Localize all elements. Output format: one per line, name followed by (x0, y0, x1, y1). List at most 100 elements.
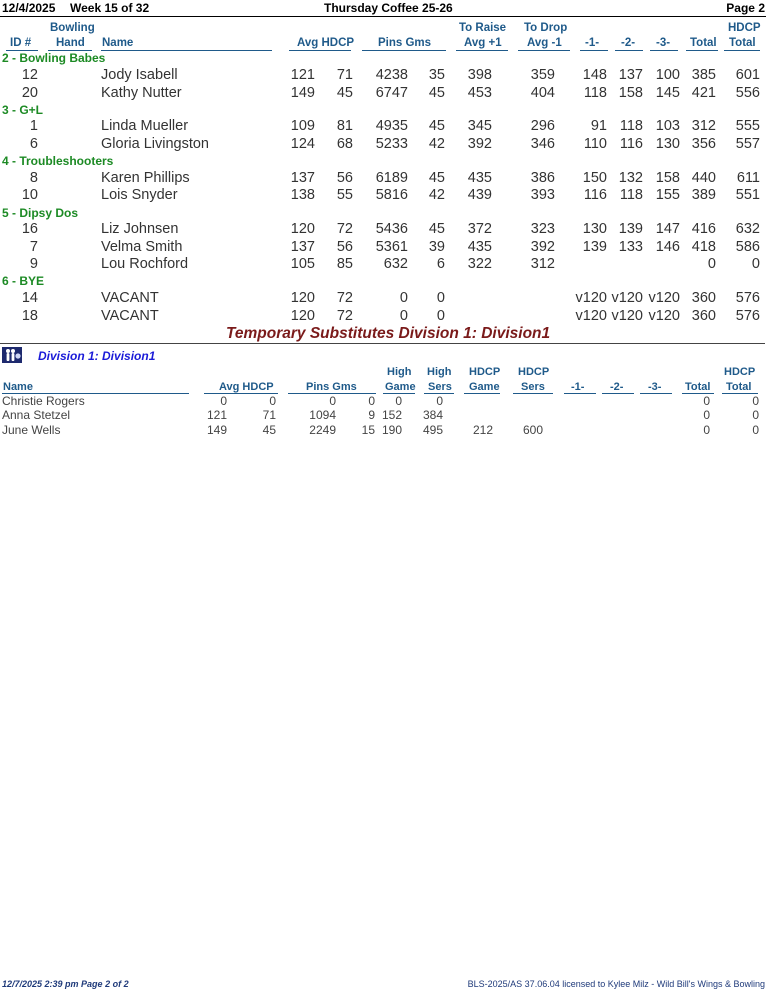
col-hdcp-total: Total (729, 37, 756, 49)
sub-col-game3: -3- (648, 381, 662, 393)
bowler-g3: 146 (655, 239, 680, 255)
bowler-hdcp-total: 557 (735, 136, 760, 152)
bowler-row: 20 Kathy Nutter 149 45 6747 45 453 404 118 158 145… (0, 85, 768, 103)
bowler-drop: 392 (530, 239, 555, 255)
sub-col-high-game: Game (385, 381, 416, 393)
bowler-avg: 109 (290, 118, 315, 134)
sub-col-hdcp-game-top: HDCP (469, 366, 501, 378)
sub-hs: 0 (436, 394, 443, 408)
bowler-drop: 386 (530, 170, 555, 186)
bowler-gms: 39 (428, 239, 445, 255)
bowler-id: 18 (21, 308, 38, 324)
sub-col-hdcp-total-top: HDCP (724, 366, 756, 378)
bowler-total: 389 (691, 187, 716, 203)
bowler-name: Gloria Livingston (101, 136, 209, 152)
bowler-name: Lois Snyder (101, 187, 178, 203)
sub-hg: 190 (381, 423, 402, 437)
bowler-drop: 323 (530, 221, 555, 237)
bowler-raise: 372 (467, 221, 492, 237)
bowler-name: Kathy Nutter (101, 85, 182, 101)
bowler-pins: 0 (399, 290, 408, 306)
sub-col-high-sers: Sers (428, 381, 452, 393)
sub-total: 0 (703, 408, 710, 422)
bowler-id: 7 (29, 239, 38, 255)
bowler-hdcp-total: 586 (735, 239, 760, 255)
substitute-row: June Wells 149 45 2249 15 190 495 212 600 0 0 (0, 423, 768, 437)
sub-col-hdcp-sers: Sers (521, 381, 545, 393)
bowler-avg: 137 (290, 239, 315, 255)
sub-col-pins-gms: Pins Gms (306, 381, 357, 393)
bowler-gms: 42 (428, 187, 445, 203)
bowler-drop: 346 (530, 136, 555, 152)
team-label: 4 - Troubleshooters (2, 154, 114, 168)
bowler-g1: 116 (583, 187, 607, 203)
bowler-g1: 91 (590, 118, 607, 134)
bowler-g3: 145 (655, 85, 680, 101)
bowler-name: Velma Smith (101, 239, 183, 255)
bowler-avg: 124 (290, 136, 315, 152)
col-pins-gms: Pins Gms (378, 37, 432, 49)
bowler-pins: 6747 (375, 85, 408, 101)
bowler-name: Linda Mueller (101, 118, 189, 134)
bowler-hdcp: 72 (336, 308, 353, 324)
bowler-raise: 345 (467, 118, 492, 134)
team-label: 3 - G+L (2, 103, 44, 117)
sub-col-avg-hdcp: Avg HDCP (219, 381, 274, 393)
bowler-hdcp: 45 (336, 85, 353, 101)
bowler-gms: 45 (428, 221, 445, 237)
bowler-raise: 322 (467, 256, 492, 272)
bowler-hdcp: 85 (336, 256, 353, 272)
bowler-name: Liz Johnsen (101, 221, 179, 237)
sub-name: June Wells (2, 423, 61, 437)
col-to-drop: To Drop (524, 22, 568, 34)
bowler-total: 356 (691, 136, 716, 152)
section-divider (0, 343, 765, 344)
sub-hs: 495 (422, 423, 443, 437)
bowler-avg: 105 (290, 256, 315, 272)
substitute-row: Christie Rogers 0 0 0 0 0 0 0 0 (0, 394, 768, 408)
sub-col-hdcp-game: Game (469, 381, 500, 393)
bowler-pins: 5361 (375, 239, 408, 255)
bowler-total: 440 (691, 170, 716, 186)
bowler-total: 312 (691, 118, 716, 134)
bowler-hdcp-total: 0 (751, 256, 760, 272)
sub-pins: 0 (329, 394, 336, 408)
col-id: ID # (10, 37, 32, 49)
bowler-pins: 4238 (375, 67, 408, 83)
bowler-row: 1 Linda Mueller 109 81 4935 45 345 296 91 118 103 3… (0, 118, 768, 136)
bowler-raise: 435 (467, 239, 492, 255)
bowler-g3: 130 (655, 136, 680, 152)
bowler-pins: 6189 (375, 170, 408, 186)
bowler-hdcp-total: 611 (736, 170, 760, 186)
sub-hdcp: 45 (262, 423, 276, 437)
bowler-total: 418 (691, 239, 716, 255)
bowler-g3: 100 (655, 67, 680, 83)
sub-hdcp: 71 (262, 408, 276, 422)
bowler-gms: 6 (436, 256, 445, 272)
bowler-row: 9 Lou Rochford 105 85 632 6 322 312 0 0 (0, 256, 768, 274)
bowler-total: 360 (691, 308, 716, 324)
underline (686, 50, 718, 51)
bowler-name: VACANT (101, 290, 159, 306)
bowler-row: 6 Gloria Livingston 124 68 5233 42 392 346 110 11… (0, 136, 768, 154)
bowler-pins: 5816 (375, 187, 408, 203)
sub-total: 0 (703, 394, 710, 408)
sub-col-total: Total (685, 381, 711, 393)
bowler-drop: 296 (530, 118, 555, 134)
bowler-id: 20 (21, 85, 38, 101)
bowler-g3: 147 (655, 221, 680, 237)
bowler-g1: 130 (582, 221, 607, 237)
sub-hs: 384 (422, 408, 443, 422)
report-title: Thursday Coffee 25-26 (324, 1, 453, 15)
bowler-g1: 150 (582, 170, 607, 186)
bowler-pins: 632 (383, 256, 408, 272)
sub-hg: 0 (395, 394, 402, 408)
bowler-g2: 118 (619, 187, 643, 203)
bowler-g2: 139 (618, 221, 643, 237)
bowler-hdcp: 55 (336, 187, 353, 203)
bowler-pins: 5233 (375, 136, 408, 152)
bowler-total: 0 (707, 256, 716, 272)
sub-hdcp-total: 0 (752, 394, 759, 408)
bowler-g1: v120 (575, 308, 607, 324)
bowler-raise: 439 (467, 187, 492, 203)
